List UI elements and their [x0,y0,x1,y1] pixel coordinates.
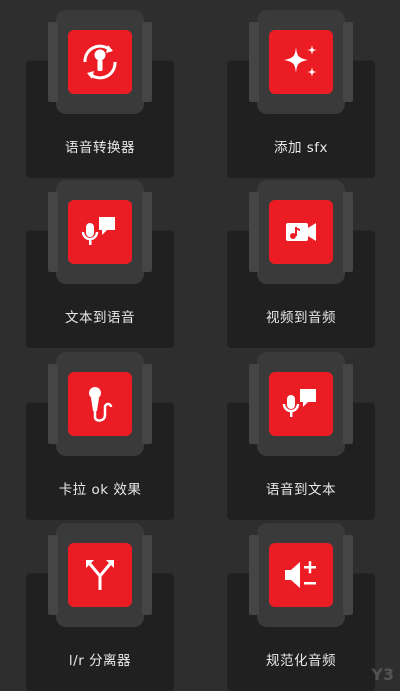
feature-label: 规范化音频 [266,653,336,669]
video-to-audio-icon [269,200,333,264]
feature-card-video-to-audio[interactable]: 视频到音频 [227,180,375,348]
icon-holder [249,523,353,627]
feature-card-add-sfx[interactable]: 添加 sfx [227,10,375,178]
icon-holder [48,180,152,284]
sparkle-icon [269,30,333,94]
icon-holder [48,352,152,456]
voice-changer-icon [68,30,132,94]
text-to-speech-icon [68,200,132,264]
feature-card-normalize-audio[interactable]: 规范化音频 [227,523,375,691]
icon-holder [249,352,353,456]
karaoke-icon [68,372,132,436]
split-icon [68,543,132,607]
watermark: Y3 [371,665,394,684]
feature-label: l/r 分离器 [68,653,132,669]
feature-card-voice-changer[interactable]: 语音转换器 [26,10,174,178]
feature-label: 语音到文本 [266,482,336,498]
feature-card-text-to-speech[interactable]: 文本到语音 [26,180,174,348]
icon-holder [48,523,152,627]
feature-card-karaoke[interactable]: 卡拉 ok 效果 [26,352,174,520]
icon-holder [48,10,152,114]
feature-label: 添加 sfx [273,140,329,156]
feature-label: 视频到音频 [266,310,336,326]
feature-card-lr-splitter[interactable]: l/r 分离器 [26,523,174,691]
normalize-audio-icon [269,543,333,607]
icon-holder [249,10,353,114]
feature-label: 语音转换器 [65,140,135,156]
feature-grid: 语音转换器 添加 sfx 文本到语音 视频到音频 卡拉 ok 效果 语音到文本 … [0,0,400,691]
speech-to-text-icon [269,372,333,436]
feature-card-speech-to-text[interactable]: 语音到文本 [227,352,375,520]
icon-holder [249,180,353,284]
feature-label: 卡拉 ok 效果 [58,482,142,498]
feature-label: 文本到语音 [65,310,135,326]
